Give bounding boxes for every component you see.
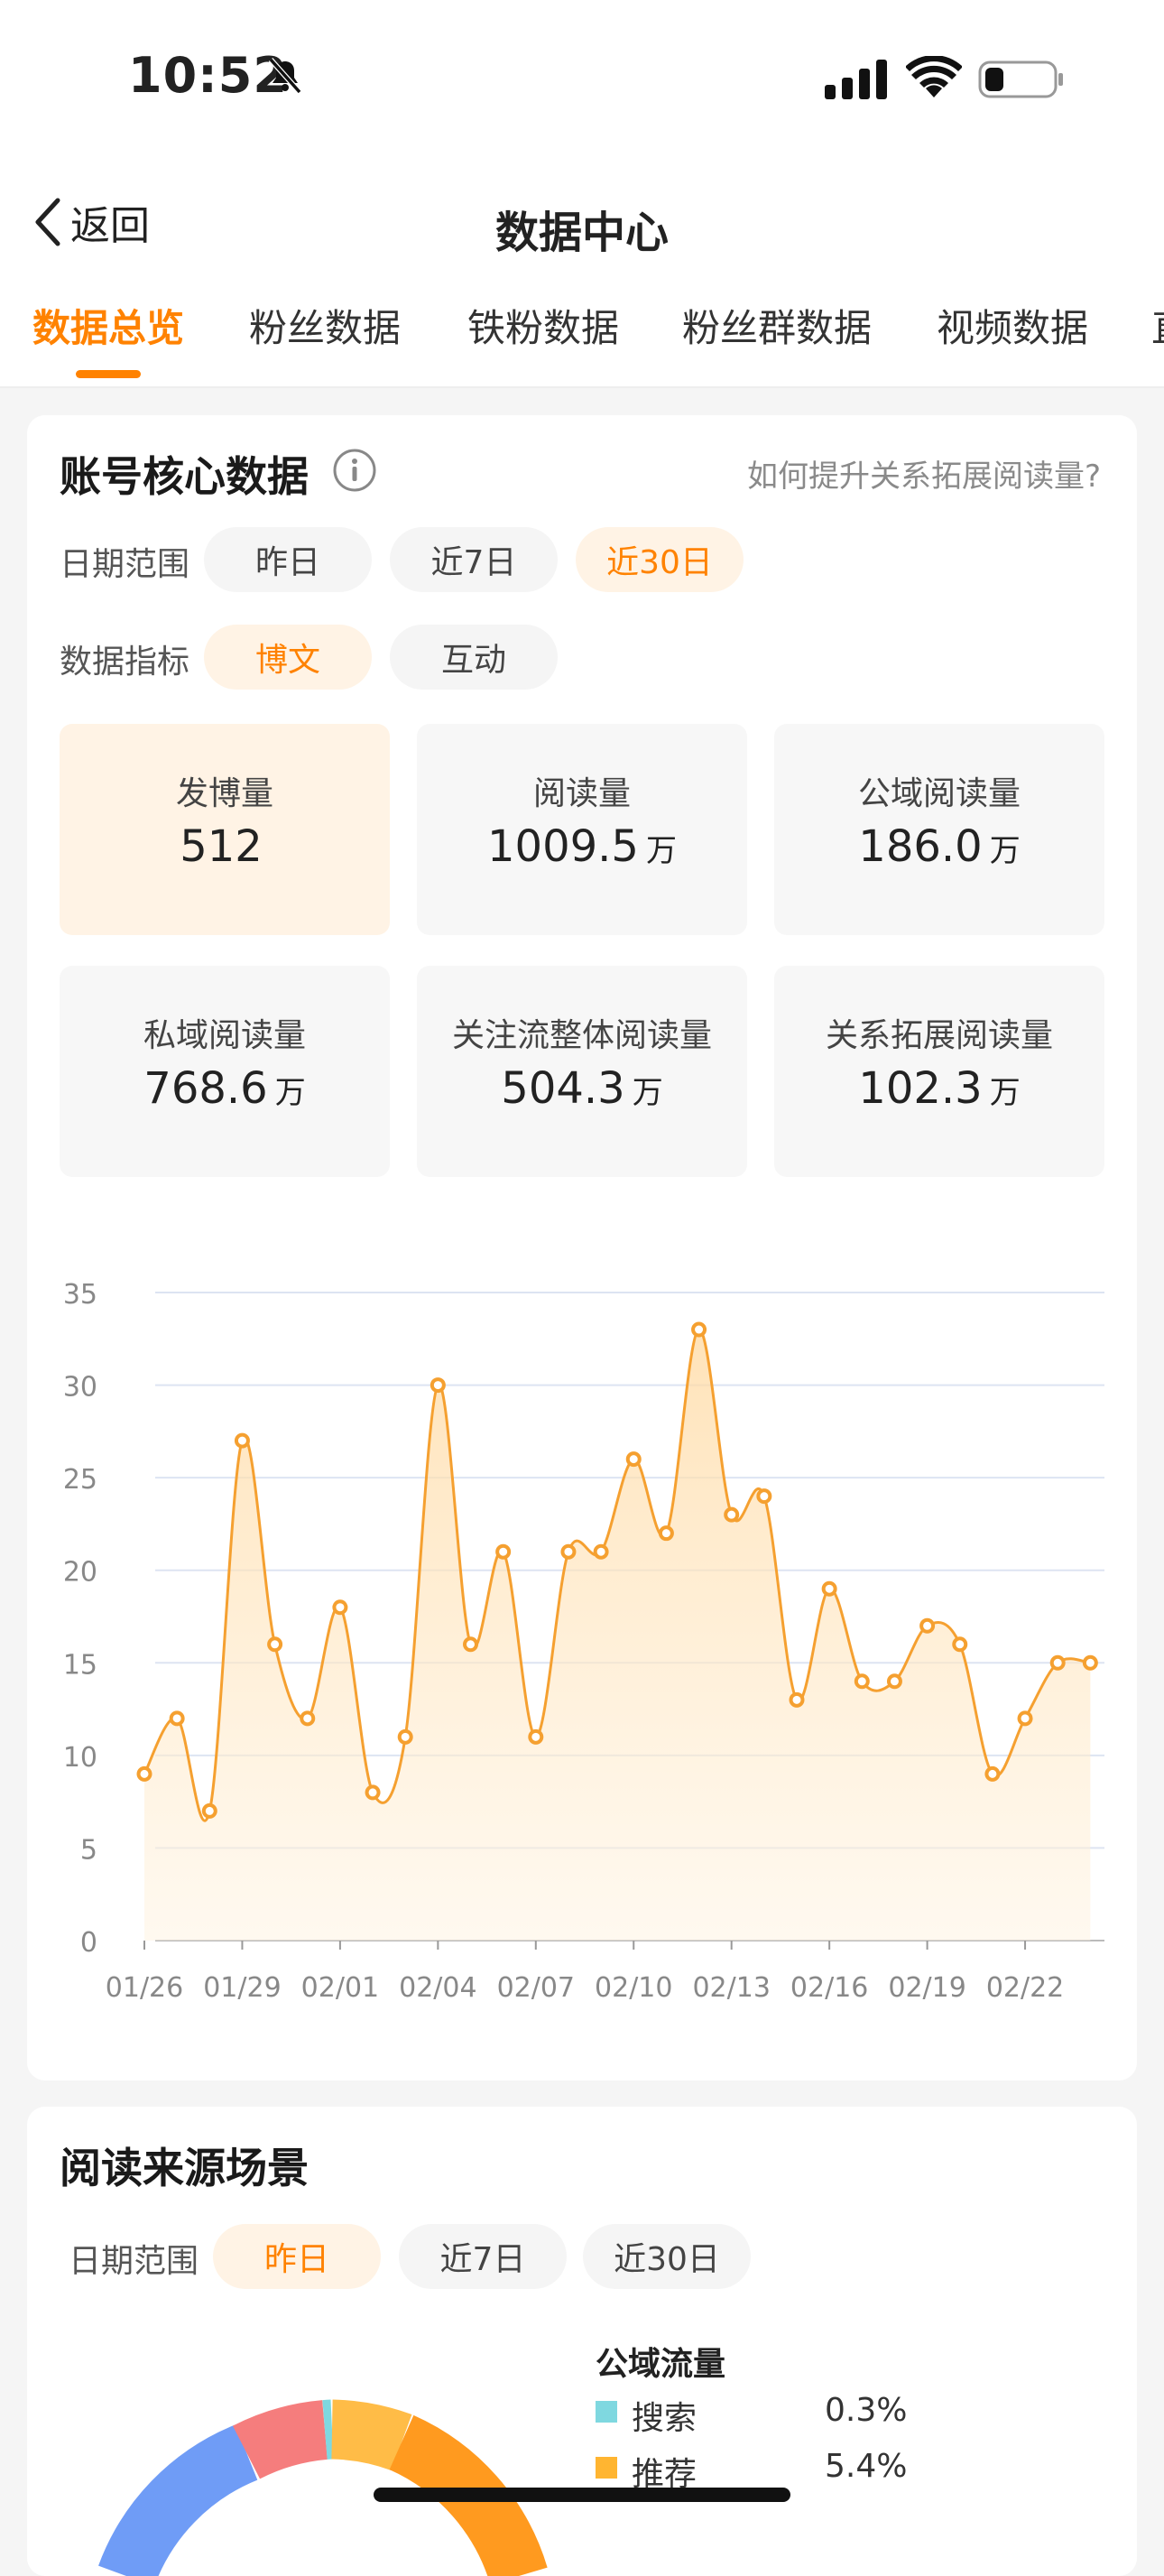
data-point: [724, 1506, 740, 1523]
x-tick-label: 02/16: [790, 1972, 868, 2004]
y-tick-label: 15: [63, 1649, 97, 1681]
y-tick-label: 25: [63, 1464, 97, 1496]
x-tick-label: 02/13: [692, 1972, 770, 2004]
nav-bar: 返回 数据中心: [0, 177, 1164, 267]
tab-fan-groups[interactable]: 粉丝群数据: [682, 298, 872, 353]
donut-segment-orange: [388, 2414, 548, 2576]
x-tick-label: 01/29: [203, 1972, 281, 2004]
legend-item-recommend: 推荐 5.4%: [596, 2448, 938, 2493]
data-point: [919, 1617, 936, 1634]
active-tab-indicator: [76, 370, 141, 378]
y-tick-label: 35: [63, 1279, 97, 1311]
x-tick-label: 02/01: [301, 1972, 379, 2004]
read-source-card: 阅读来源场景 日期范围 昨日 近7日 近30日 公域流量 搜索 0.3% 推荐 …: [27, 2107, 1137, 2576]
donut-segment-search: [322, 2399, 334, 2460]
data-point: [332, 1599, 348, 1616]
home-indicator: [374, 2488, 790, 2502]
bell-muted-icon: [268, 58, 302, 94]
y-tick-label: 30: [63, 1372, 97, 1404]
data-point: [952, 1636, 968, 1653]
x-tick-label: 02/07: [497, 1972, 575, 2004]
tab-bar: 数据总览 粉丝数据 铁粉数据 粉丝群数据 视频数据 直: [0, 298, 1164, 388]
y-tick-label: 0: [80, 1927, 97, 1959]
tab-video[interactable]: 视频数据: [937, 298, 1088, 353]
donut-segment-recommend: [330, 2399, 412, 2471]
core-data-card: 账号核心数据 如何提升关系拓展阅读量? 日期范围 昨日 近7日 近30日 数据指…: [27, 415, 1137, 2080]
legend-value: 5.4%: [825, 2448, 908, 2485]
legend-item-search: 搜索 0.3%: [596, 2392, 938, 2437]
data-point: [560, 1543, 577, 1560]
x-tick-label: 02/10: [595, 1972, 672, 2004]
data-point: [495, 1543, 512, 1560]
legend-swatch: [596, 2457, 617, 2479]
donut-segment-blue: [98, 2424, 258, 2576]
legend-name: 搜索: [632, 2400, 697, 2437]
data-point: [300, 1710, 316, 1727]
data-point: [463, 1636, 478, 1653]
header: 10:52 返回 数据中心 数据总览 粉丝数据 铁粉数据 粉丝群数据 视频数据: [0, 0, 1164, 388]
data-point: [136, 1765, 152, 1782]
status-time: 10:52: [128, 47, 288, 104]
data-point: [1082, 1654, 1098, 1671]
page-title: 数据中心: [494, 208, 669, 258]
data-point: [528, 1728, 544, 1745]
tab-live[interactable]: 直: [1151, 298, 1164, 353]
data-point: [593, 1543, 609, 1560]
data-point: [789, 1691, 805, 1708]
y-tick-label: 20: [63, 1557, 97, 1589]
donut-segment-red: [232, 2400, 328, 2479]
x-tick-label: 02/22: [986, 1972, 1064, 2004]
data-point: [984, 1765, 1001, 1782]
data-point: [430, 1377, 446, 1394]
area-fill: [144, 1329, 1091, 1941]
data-point: [821, 1580, 837, 1597]
x-tick-label: 02/19: [888, 1972, 965, 2004]
x-tick-label: 02/04: [399, 1972, 476, 2004]
data-point: [365, 1784, 381, 1801]
data-point: [658, 1525, 674, 1542]
data-point: [169, 1710, 185, 1727]
data-point: [691, 1321, 707, 1338]
tab-fans[interactable]: 粉丝数据: [249, 298, 401, 353]
cellular-signal-icon: [825, 60, 887, 99]
data-point: [886, 1673, 902, 1690]
battery-icon: [978, 60, 1063, 98]
data-point: [625, 1451, 642, 1468]
data-point: [201, 1802, 217, 1819]
legend-title: 公域流量: [596, 2346, 726, 2383]
tab-iron-fans[interactable]: 铁粉数据: [467, 298, 619, 353]
x-tick-label: 01/26: [106, 1972, 183, 2004]
data-point: [1049, 1654, 1066, 1671]
data-point: [267, 1636, 283, 1653]
data-point: [397, 1728, 413, 1745]
legend-value: 0.3%: [825, 2392, 908, 2429]
data-point: [1017, 1710, 1033, 1727]
y-tick-label: 5: [80, 1834, 97, 1866]
status-bar: 10:52: [0, 0, 1164, 153]
data-point: [234, 1432, 250, 1449]
data-point: [756, 1488, 772, 1505]
legend-swatch: [596, 2401, 617, 2423]
reads-trend-chart: 0 5 10 15 20 25 30 35 01/26 01/29 02/01 02/04 02/07 0…: [63, 1279, 1104, 2004]
y-tick-label: 10: [63, 1742, 97, 1774]
source-donut-chart: [98, 2399, 548, 2576]
data-point: [854, 1673, 870, 1690]
header-divider: [0, 386, 1164, 388]
tab-overview[interactable]: 数据总览: [32, 298, 184, 353]
wifi-icon: [906, 56, 962, 97]
